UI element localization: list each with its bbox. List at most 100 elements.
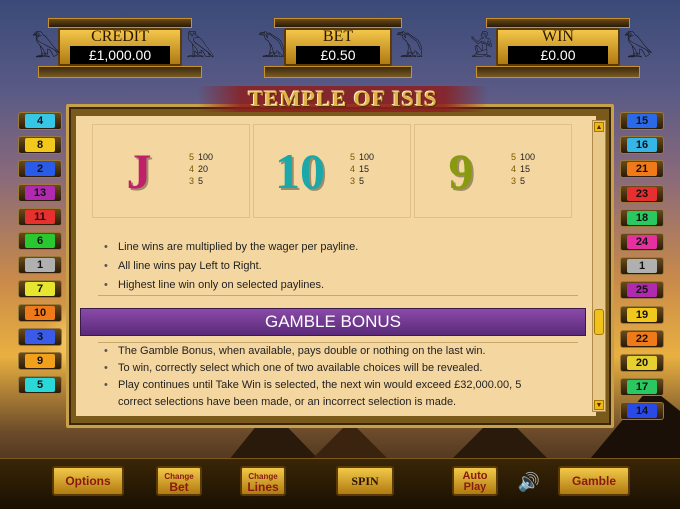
bet-label: BET	[322, 28, 354, 45]
payline-button[interactable]: 13	[18, 184, 62, 202]
payline-button[interactable]: 15	[620, 112, 664, 130]
credit-panel: 𓅃 𓅓 CREDIT £1,000.00	[30, 18, 215, 78]
gamble-button[interactable]: Gamble	[558, 466, 630, 496]
pay-count: 4	[511, 164, 517, 174]
pay-value: 5	[359, 176, 365, 186]
scroll-down-icon[interactable]: ▼	[594, 400, 604, 410]
credit-label: CREDIT	[91, 28, 149, 45]
payline-button[interactable]: 7	[18, 280, 62, 298]
pay-row: 5 100	[511, 151, 535, 163]
payline-button[interactable]: 14	[620, 402, 664, 421]
payline-button[interactable]: 16	[620, 136, 664, 155]
payline-button[interactable]: 23	[620, 184, 664, 203]
speaker-icon[interactable]: 🔊	[516, 472, 542, 492]
change-lines-button[interactable]: Change Lines	[240, 466, 286, 496]
bet-panel: 𓅐 𓅐 BET £0.50	[256, 18, 423, 78]
pay-value: 15	[520, 164, 531, 174]
bet-base	[264, 66, 412, 78]
pay-count: 3	[511, 176, 517, 186]
pay-row: 4 15	[350, 163, 374, 175]
scroll-thumb[interactable]	[594, 309, 604, 335]
payline-number: 23	[627, 186, 657, 201]
payline-button[interactable]: 4	[18, 112, 62, 130]
line-rules-list: Line wins are multiplied by the wager pe…	[104, 238, 358, 295]
pay-count: 4	[189, 164, 195, 174]
pay-count: 5	[350, 152, 356, 162]
payline-number: 6	[25, 234, 55, 248]
payline-button[interactable]: 8	[18, 136, 62, 154]
pay-value: 5	[198, 176, 204, 186]
payline-button[interactable]: 6	[18, 232, 62, 250]
payline-button[interactable]: 21	[620, 160, 664, 179]
pay-row: 4 20	[189, 163, 213, 175]
payline-number: 13	[25, 186, 55, 200]
win-lintel	[486, 18, 630, 28]
payline-number: 1	[25, 258, 55, 272]
payline-number: 9	[25, 354, 55, 368]
rule-item: All line wins pay Left to Right.	[104, 257, 358, 276]
rule-item: The Gamble Bonus, when available, pays d…	[104, 342, 521, 361]
pay-count: 5	[511, 152, 517, 162]
pay-value: 20	[198, 164, 209, 174]
gamble-bonus-heading: GAMBLE BONUS	[80, 308, 586, 336]
game-title: TEMPLE OF ISIS	[198, 86, 488, 112]
options-button[interactable]: Options	[52, 466, 124, 496]
payline-button[interactable]: 22	[620, 329, 664, 348]
payline-button[interactable]: 20	[620, 354, 664, 372]
win-label: WIN	[542, 28, 574, 45]
payline-number: 25	[627, 283, 657, 298]
payline-button[interactable]: 1	[18, 256, 62, 274]
symbol-icon: 10	[275, 143, 325, 199]
payline-button[interactable]: 24	[620, 233, 664, 251]
win-panel: 𓀀 𓅃 WIN £0.00	[468, 18, 653, 78]
pay-row: 35	[350, 175, 374, 187]
payline-button[interactable]: 25	[620, 281, 664, 300]
payline-number: 10	[25, 306, 55, 320]
payline-number: 21	[627, 162, 657, 177]
payline-button[interactable]: 2	[18, 160, 62, 178]
autoplay-label: Play	[463, 481, 487, 493]
payline-number: 19	[627, 307, 657, 322]
payline-number: 14	[627, 404, 657, 419]
rule-item: Highest line win only on selected paylin…	[104, 276, 358, 295]
change-bet-button[interactable]: Change Bet	[156, 466, 202, 496]
pay-value: 100	[198, 152, 214, 162]
payline-button[interactable]: 18	[620, 208, 664, 227]
pay-value: 5	[520, 176, 526, 186]
symbol-pay-box: J 5 100 4 20 3 5	[92, 124, 250, 218]
pay-row: 5 100	[350, 151, 374, 163]
pay-value: 100	[359, 152, 375, 162]
payline-number: 17	[627, 380, 657, 395]
pay-row: 5 100	[189, 151, 213, 163]
symbol-icon: J	[126, 143, 152, 199]
payline-number: 5	[25, 378, 55, 392]
section-divider	[98, 295, 578, 296]
change-bet-label: Bet	[169, 480, 189, 494]
change-lines-label: Lines	[247, 480, 279, 494]
payline-button[interactable]: 10	[18, 304, 62, 322]
pay-row: 4 15	[511, 163, 535, 175]
credit-value: £1,000.00	[70, 46, 170, 64]
payline-number: 3	[25, 330, 55, 344]
payline-button[interactable]: 19	[620, 305, 664, 324]
payline-button[interactable]: 11	[18, 208, 62, 226]
payline-number: 7	[25, 282, 55, 296]
payline-number: 1	[627, 259, 657, 274]
payline-button[interactable]: 17	[620, 378, 664, 397]
autoplay-button[interactable]: Auto Play	[452, 466, 498, 496]
payline-number: 20	[627, 356, 657, 370]
pay-row: 35	[189, 175, 213, 187]
spin-button[interactable]: SPIN	[336, 466, 394, 496]
bet-value: £0.50	[296, 46, 380, 64]
win-value: £0.00	[508, 46, 608, 64]
rule-item: Play continues until Take Win is selecte…	[104, 376, 521, 395]
bet-lintel	[274, 18, 402, 28]
symbol-pays: 5 100 4 20 3 5	[189, 151, 213, 187]
paytable-scrollbar[interactable]: ▲ ▼	[592, 120, 606, 412]
scroll-up-icon[interactable]: ▲	[594, 122, 604, 132]
pay-row: 35	[511, 175, 535, 187]
payline-button[interactable]: 9	[18, 352, 62, 370]
payline-button[interactable]: 3	[18, 328, 62, 346]
payline-button[interactable]: 5	[18, 376, 62, 394]
payline-button[interactable]: 1	[620, 257, 664, 276]
